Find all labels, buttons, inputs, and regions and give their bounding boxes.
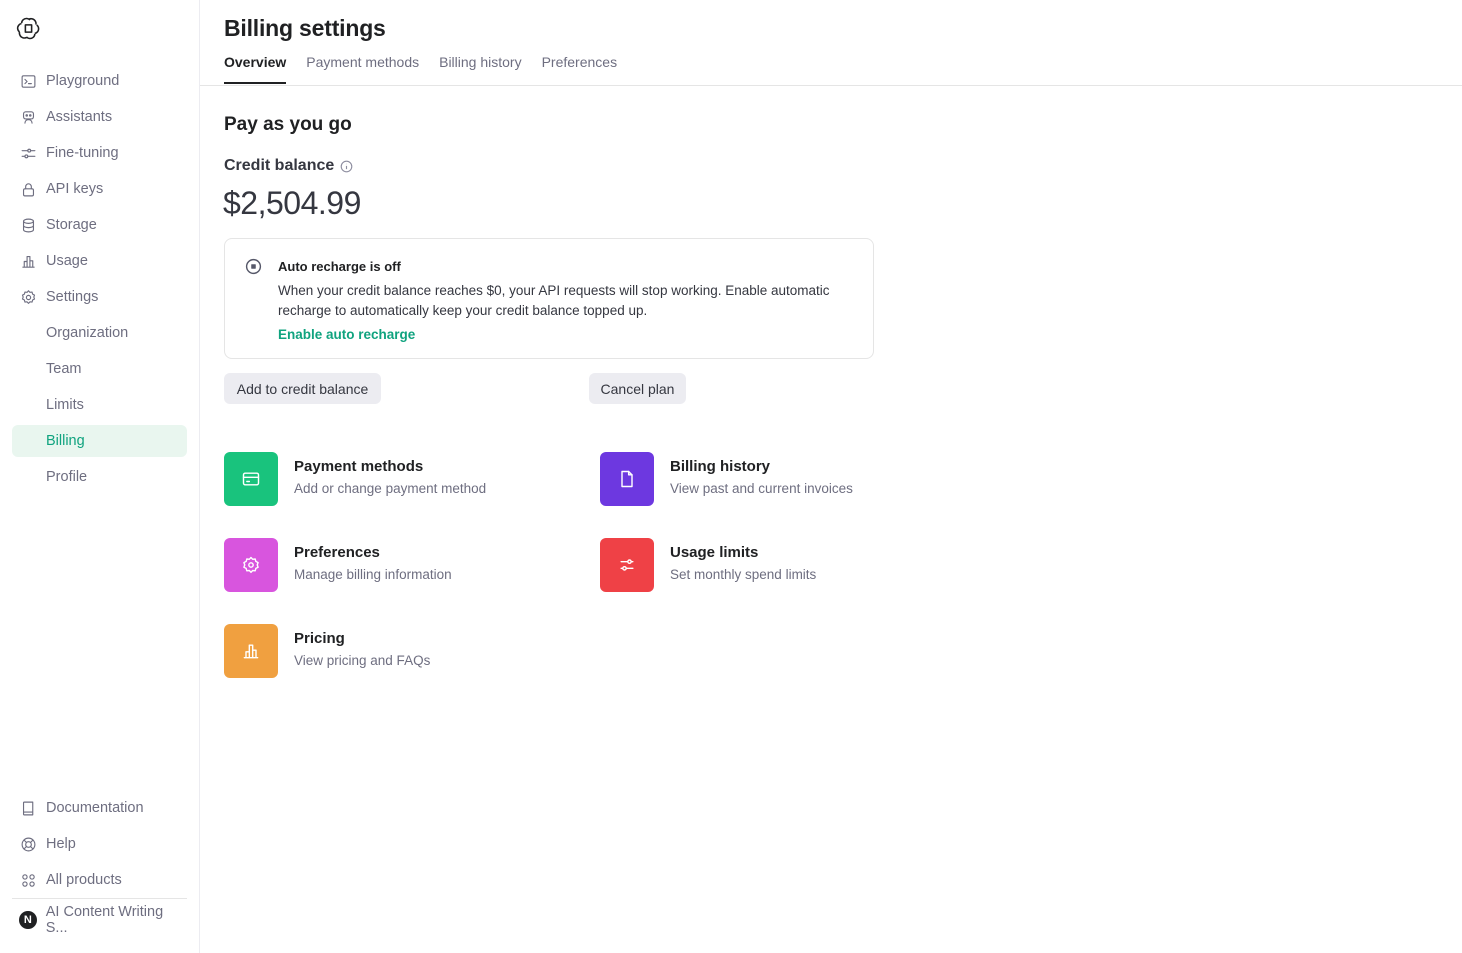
sidebar-item-label: Team <box>46 361 82 377</box>
auto-recharge-description: When your credit balance reaches $0, you… <box>278 283 830 318</box>
lock-icon <box>19 180 37 198</box>
database-icon <box>19 216 37 234</box>
sidebar-item-label: Help <box>46 836 76 852</box>
card-subtitle: View pricing and FAQs <box>294 653 431 668</box>
gear-icon <box>19 288 37 306</box>
tab-overview[interactable]: Overview <box>224 54 287 84</box>
card-pricing[interactable]: Pricing View pricing and FAQs <box>224 624 544 678</box>
sidebar-item-api-keys[interactable]: API keys <box>12 173 187 205</box>
sidebar-item-label: Fine-tuning <box>46 145 119 161</box>
card-title: Usage limits <box>670 544 759 561</box>
sidebar-item-assistants[interactable]: Assistants <box>12 101 187 133</box>
sidebar-divider <box>12 898 187 899</box>
grid-icon <box>19 871 37 889</box>
sidebar-item-fine-tuning[interactable]: Fine-tuning <box>12 137 187 169</box>
card-subtitle: Set monthly spend limits <box>670 567 817 582</box>
info-icon[interactable] <box>340 160 353 173</box>
sidebar-item-label: Assistants <box>46 109 113 125</box>
lifebuoy-icon <box>19 835 37 853</box>
sidebar-item-all-products[interactable]: All products <box>12 864 187 896</box>
tab-billing-history[interactable]: Billing history <box>439 54 521 84</box>
card-preferences[interactable]: Preferences Manage billing information <box>224 538 544 592</box>
sidebar-item-team[interactable]: Team <box>12 353 187 385</box>
main-content: Billing settings Overview Payment method… <box>200 0 1462 953</box>
sidebar-item-storage[interactable]: Storage <box>12 209 187 241</box>
add-credit-balance-button[interactable]: Add to credit balance <box>224 373 381 404</box>
terminal-icon <box>19 72 37 90</box>
tab-preferences[interactable]: Preferences <box>542 54 617 84</box>
sidebar-item-label: Profile <box>46 469 88 485</box>
sidebar: Playground Assistants Fine-tuning API ke… <box>0 0 200 953</box>
tab-bar: Overview Payment methods Billing history… <box>224 54 617 84</box>
card-subtitle: View past and current invoices <box>670 481 853 496</box>
tab-payment-methods[interactable]: Payment methods <box>306 54 419 84</box>
sidebar-item-label: All products <box>46 872 122 888</box>
card-usage-limits[interactable]: Usage limits Set monthly spend limits <box>600 538 920 592</box>
cancel-plan-button[interactable]: Cancel plan <box>589 373 686 404</box>
tabs-divider <box>200 85 1462 86</box>
credit-balance-text: Credit balance <box>224 157 335 174</box>
document-icon <box>600 452 654 506</box>
plan-title: Pay as you go <box>224 114 352 135</box>
card-payment-methods[interactable]: Payment methods Add or change payment me… <box>224 452 544 506</box>
credit-card-icon <box>224 452 278 506</box>
sidebar-item-label: Storage <box>46 217 97 233</box>
sidebar-item-help[interactable]: Help <box>12 828 187 860</box>
avatar: N <box>19 911 37 929</box>
card-billing-history[interactable]: Billing history View past and current in… <box>600 452 920 506</box>
sliders-icon <box>600 538 654 592</box>
sidebar-item-label: Organization <box>46 325 129 341</box>
sidebar-item-playground[interactable]: Playground <box>12 65 187 97</box>
openai-logo-icon[interactable] <box>16 16 41 41</box>
sidebar-item-label: API keys <box>46 181 104 197</box>
sliders-icon <box>19 144 37 162</box>
sidebar-item-usage[interactable]: Usage <box>12 245 187 277</box>
gear-icon <box>224 538 278 592</box>
sidebar-item-organization[interactable]: Organization <box>12 317 187 349</box>
credit-balance-amount: $2,504.99 <box>223 185 361 221</box>
card-subtitle: Manage billing information <box>294 567 452 582</box>
card-subtitle: Add or change payment method <box>294 481 487 496</box>
sidebar-item-label: Playground <box>46 73 120 89</box>
sidebar-item-label: Limits <box>46 397 84 413</box>
book-icon <box>19 799 37 817</box>
sidebar-item-label: Billing <box>46 433 85 449</box>
page-title: Billing settings <box>224 15 386 41</box>
organization-switcher[interactable]: N AI Content Writing S... <box>12 904 187 936</box>
robot-icon <box>19 108 37 126</box>
auto-recharge-title: Auto recharge is off <box>278 259 401 274</box>
bar-chart-icon <box>19 252 37 270</box>
card-title: Pricing <box>294 630 345 647</box>
credit-balance-label: Credit balance <box>224 157 353 175</box>
sidebar-item-settings[interactable]: Settings <box>12 281 187 313</box>
sidebar-item-label: Usage <box>46 253 88 269</box>
sidebar-item-label: Documentation <box>46 800 144 816</box>
stop-circle-icon <box>245 258 262 275</box>
bar-chart-icon <box>224 624 278 678</box>
card-title: Preferences <box>294 544 380 561</box>
card-title: Billing history <box>670 458 771 475</box>
sidebar-item-documentation[interactable]: Documentation <box>12 792 187 824</box>
sidebar-item-limits[interactable]: Limits <box>12 389 187 421</box>
auto-recharge-panel: Auto recharge is off When your credit ba… <box>224 238 874 359</box>
enable-auto-recharge-link[interactable]: Enable auto recharge <box>278 327 415 342</box>
card-title: Payment methods <box>294 458 424 475</box>
sidebar-item-label: Settings <box>46 289 99 305</box>
sidebar-item-profile[interactable]: Profile <box>12 461 187 493</box>
organization-name: AI Content Writing S... <box>45 904 164 936</box>
sidebar-item-billing[interactable]: Billing <box>12 425 187 457</box>
